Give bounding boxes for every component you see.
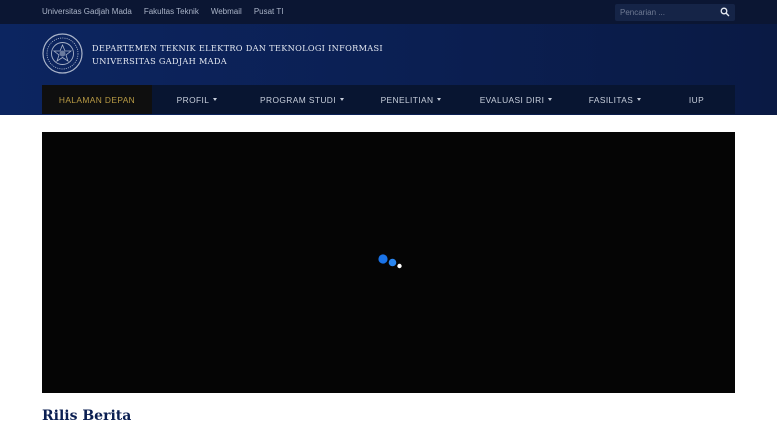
nav-item-label: PROFIL [176,94,210,105]
department-line-1: DEPARTEMEN TEKNIK ELEKTRO DAN TEKNOLOGI … [92,43,383,53]
caret-down-icon [339,98,344,101]
section-title-rilis-berita: Rilis Berita [42,408,132,423]
nav-item-label: HALAMAN DEPAN [58,94,136,105]
site-header: DEPARTEMEN TEKNIK ELEKTRO DAN TEKNOLOGI … [0,24,777,115]
hero-slider[interactable] [42,132,735,393]
top-link-ugm[interactable]: Universitas Gadjah Mada [42,7,132,16]
nav-item-penelitian[interactable]: PENELITIAN [362,85,460,114]
nav-item-profil[interactable]: PROFIL [152,85,242,114]
top-link-fakultas-teknik[interactable]: Fakultas Teknik [144,7,199,16]
top-bar: Universitas Gadjah Mada Fakultas Teknik … [0,0,777,24]
caret-down-icon [213,98,218,101]
nav-item-label: PENELITIAN [380,94,434,105]
nav-item-fasilitas[interactable]: FASILITAS [572,85,658,114]
nav-item-label: IUP [688,94,705,105]
nav-item-label: PROGRAM STUDI [260,94,336,105]
nav-item-evaluasi-diri[interactable]: EVALUASI DIRI [460,85,572,114]
top-link-webmail[interactable]: Webmail [211,7,242,16]
nav-item-iup[interactable]: IUP [658,85,735,114]
nav-item-program-studi[interactable]: PROGRAM STUDI [242,85,362,114]
search-input[interactable] [615,8,715,17]
nav-item-halaman-depan[interactable]: HALAMAN DEPAN [42,85,152,114]
top-link-pusat-ti[interactable]: Pusat TI [254,7,284,16]
nav-item-label: EVALUASI DIRI [479,94,545,105]
main-nav: HALAMAN DEPAN PROFIL PROGRAM STUDI PENEL… [42,85,735,114]
caret-down-icon [437,98,442,101]
search-icon[interactable] [720,7,730,17]
caret-down-icon [637,98,642,101]
nav-item-label: FASILITAS [588,94,634,105]
department-line-2: UNIVERSITAS GADJAH MADA [92,55,227,66]
loading-spinner-icon [378,254,402,269]
top-links: Universitas Gadjah Mada Fakultas Teknik … [42,7,283,16]
search-box [615,4,735,21]
department-name[interactable]: DEPARTEMEN TEKNIK ELEKTRO DAN TEKNOLOGI … [92,42,383,67]
caret-down-icon [548,98,553,101]
ugm-seal-logo[interactable] [42,33,83,74]
